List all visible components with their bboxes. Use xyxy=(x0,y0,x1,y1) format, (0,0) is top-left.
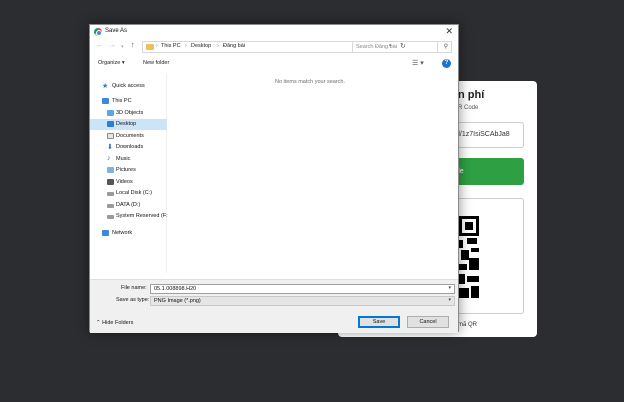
network-icon xyxy=(102,230,109,236)
dialog-title: Save As xyxy=(105,28,128,34)
pictures-icon xyxy=(107,167,114,173)
hide-folders-toggle[interactable]: ⌃ Hide Folders xyxy=(96,320,133,326)
search-placeholder: Search Đăng bài xyxy=(356,44,397,50)
computer-icon xyxy=(102,98,109,104)
chrome-icon xyxy=(94,28,102,36)
search-icon: ⚲ xyxy=(443,44,448,50)
toolbar: Organize ▾ New folder ☰ ▾ ? xyxy=(90,57,458,71)
recent-dropdown-icon[interactable]: ▾ xyxy=(121,44,124,50)
empty-folder-message: No items match your search. xyxy=(275,79,345,85)
view-options-icon[interactable]: ☰ ▾ xyxy=(412,59,424,67)
nav-videos[interactable]: Videos xyxy=(90,177,167,188)
file-name-field[interactable]: 05.1.008898.H20 ▾ xyxy=(150,284,455,294)
save-button[interactable]: Save xyxy=(358,316,400,328)
nav-music[interactable]: ♪ Music xyxy=(90,154,167,165)
drive-icon xyxy=(107,204,114,208)
document-icon xyxy=(107,133,114,139)
save-type-label: Save as type: xyxy=(116,297,150,303)
navigation-pane: ★ Quick access This PC 3D Objects Deskto… xyxy=(90,73,168,273)
folder-icon xyxy=(146,44,154,50)
cube-icon xyxy=(107,110,114,116)
nav-quick-access[interactable]: ★ Quick access xyxy=(90,81,167,92)
nav-this-pc[interactable]: This PC xyxy=(90,96,167,107)
background-create-button[interactable]: ode xyxy=(448,158,524,185)
title-bar: Save As ✕ xyxy=(90,25,458,40)
navigation-row: ← → ▾ ↑ › This PC › Desktop › Đăng bài ▾… xyxy=(90,41,458,55)
drive-icon xyxy=(107,215,114,219)
close-icon[interactable]: ✕ xyxy=(445,26,453,37)
nav-system-reserved[interactable]: System Reserved (F: xyxy=(90,211,168,222)
qr-label: mã QR xyxy=(458,322,478,328)
save-type-value: PNG Image (*.png) xyxy=(154,298,201,304)
hide-folders-label: Hide Folders xyxy=(102,320,134,326)
nav-local-disk[interactable]: Local Disk (C:) xyxy=(90,188,167,199)
nav-data-disk[interactable]: DATA (D:) xyxy=(90,200,167,211)
drive-icon xyxy=(107,192,114,196)
save-as-dialog: Save As ✕ ← → ▾ ↑ › This PC › Desktop › … xyxy=(89,24,459,333)
background-subtitle: R Code xyxy=(458,105,479,111)
organize-button[interactable]: Organize ▾ xyxy=(98,60,125,66)
cancel-button[interactable]: Cancel xyxy=(407,316,449,328)
nav-documents[interactable]: Documents xyxy=(90,131,167,142)
back-arrow-icon[interactable]: ← xyxy=(96,42,103,49)
help-icon[interactable]: ? xyxy=(442,59,451,68)
breadcrumb-desktop[interactable]: Desktop xyxy=(191,43,211,49)
chevron-down-icon[interactable]: ▾ xyxy=(448,297,451,303)
search-input[interactable]: Search Đăng bài ⚲ xyxy=(352,41,452,53)
new-folder-button[interactable]: New folder xyxy=(143,60,169,66)
background-url-input[interactable]: d/1z7IsiSCAbJa8 xyxy=(448,122,524,148)
music-icon: ♪ xyxy=(107,155,111,162)
desktop-icon xyxy=(107,121,114,127)
nav-pictures[interactable]: Pictures xyxy=(90,165,167,176)
breadcrumb-dang-bai[interactable]: Đăng bài xyxy=(223,43,245,49)
video-icon xyxy=(107,179,114,185)
save-type-select[interactable]: PNG Image (*.png) ▾ xyxy=(150,296,455,306)
chevron-down-icon[interactable]: ▾ xyxy=(448,285,451,291)
file-name-value: 05.1.008898.H20 xyxy=(154,286,197,292)
nav-3d-objects[interactable]: 3D Objects xyxy=(90,108,167,119)
forward-arrow-icon[interactable]: → xyxy=(109,42,116,49)
file-name-label: File name: xyxy=(121,285,147,291)
nav-network[interactable]: Network xyxy=(90,228,167,239)
up-arrow-icon[interactable]: ↑ xyxy=(131,42,135,49)
breadcrumb-this-pc[interactable]: This PC xyxy=(161,43,181,49)
download-icon: ⬇ xyxy=(107,144,113,151)
nav-downloads[interactable]: ⬇ Downloads xyxy=(90,142,167,153)
star-icon: ★ xyxy=(102,83,109,90)
nav-desktop[interactable]: Desktop xyxy=(90,119,167,130)
background-title: n phí xyxy=(458,89,485,101)
save-options-panel: File name: 05.1.008898.H20 ▾ Save as typ… xyxy=(90,279,458,333)
